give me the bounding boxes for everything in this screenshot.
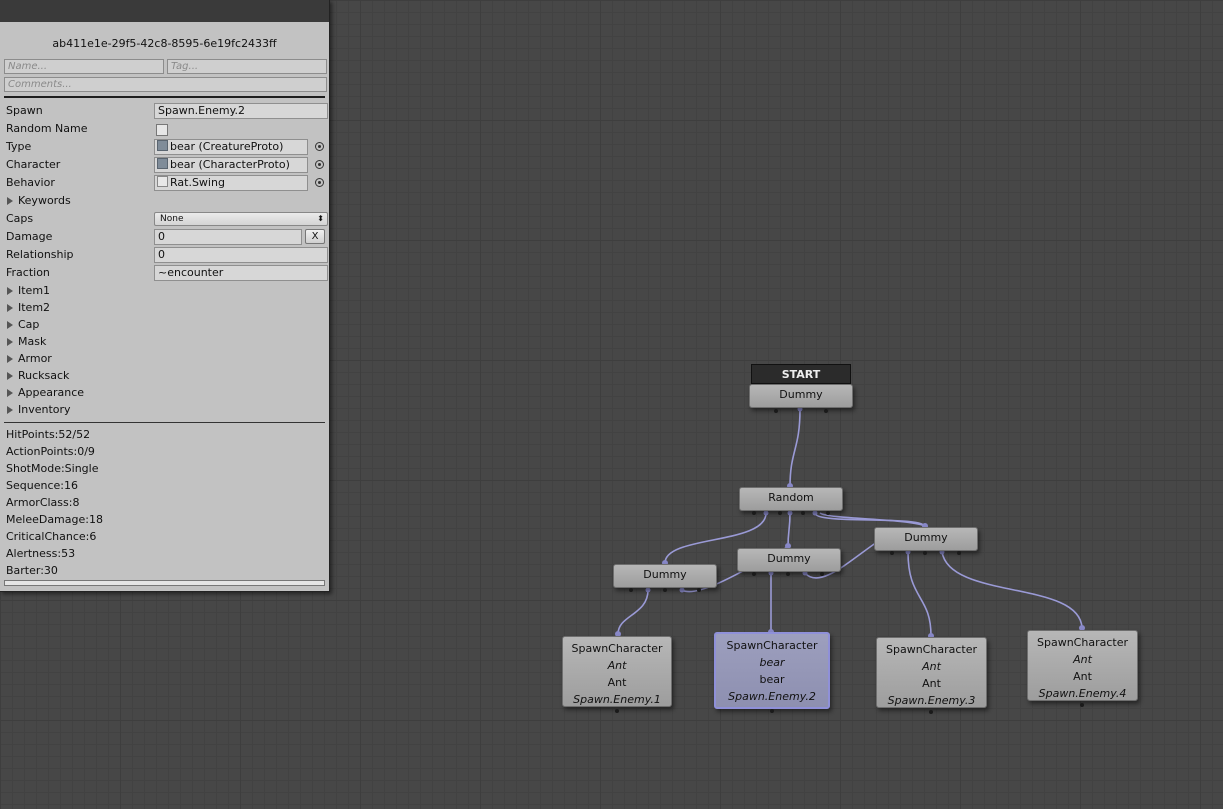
spawn-character-node-2[interactable]: SpawnCharacter bear bear Spawn.Enemy.2 (714, 632, 830, 709)
spawn-node-title: SpawnCharacter (726, 639, 818, 652)
spawn-node-type: bear (759, 656, 785, 669)
wire-dummy-left-spawn1 (617, 589, 649, 635)
dummy-node-left[interactable]: Dummy (613, 564, 717, 588)
output-port[interactable] (826, 511, 830, 515)
spawn-character-node-3[interactable]: SpawnCharacter Ant Ant Spawn.Enemy.3 (876, 637, 987, 708)
spawn-node-character: Ant (1073, 670, 1092, 683)
spawn-node-title: SpawnCharacter (571, 642, 663, 655)
dummy-node-right[interactable]: Dummy (874, 527, 978, 551)
output-port[interactable] (778, 511, 782, 515)
node-title: Dummy (779, 388, 823, 401)
output-port[interactable] (770, 709, 774, 713)
output-port[interactable] (929, 710, 933, 714)
output-port[interactable] (957, 551, 961, 555)
node-title: Random (768, 491, 814, 504)
node-title: Dummy (643, 568, 687, 581)
wire-start-random (789, 408, 801, 488)
node-title: Dummy (904, 531, 948, 544)
output-port[interactable] (820, 572, 824, 576)
output-port[interactable] (890, 551, 894, 555)
output-port[interactable] (615, 709, 619, 713)
dummy-node-middle[interactable]: Dummy (737, 548, 841, 572)
output-port[interactable] (752, 572, 756, 576)
output-port[interactable] (923, 551, 927, 555)
node-title: Dummy (767, 552, 811, 565)
wire-dummy-right-spawn3 (907, 551, 932, 637)
start-dummy-node[interactable]: Dummy (749, 384, 853, 408)
start-node-header[interactable]: START (751, 364, 851, 384)
random-node[interactable]: Random (739, 487, 843, 511)
spawn-node-spawn: Spawn.Enemy.4 (1038, 687, 1127, 700)
output-port[interactable] (1080, 703, 1084, 707)
wire-random-dummy-mid (787, 512, 791, 548)
output-port[interactable] (663, 588, 667, 592)
spawn-node-type: Ant (607, 659, 627, 672)
spawn-node-spawn: Spawn.Enemy.1 (573, 693, 661, 706)
spawn-character-node-4[interactable]: SpawnCharacter Ant Ant Spawn.Enemy.4 (1027, 630, 1138, 701)
output-port[interactable] (824, 409, 828, 413)
spawn-node-spawn: Spawn.Enemy.2 (728, 690, 816, 703)
spawn-node-title: SpawnCharacter (886, 643, 977, 656)
output-port[interactable] (774, 409, 778, 413)
spawn-node-title: SpawnCharacter (1037, 636, 1128, 649)
output-port[interactable] (786, 572, 790, 576)
spawn-node-character: Ant (922, 677, 941, 690)
output-port[interactable] (697, 588, 701, 592)
spawn-node-character: Ant (607, 676, 627, 689)
spawn-node-type: Ant (922, 660, 941, 673)
output-port[interactable] (801, 511, 805, 515)
output-port[interactable] (629, 588, 633, 592)
spawn-node-spawn: Spawn.Enemy.3 (887, 694, 976, 707)
output-port[interactable] (752, 511, 756, 515)
wire-dummy-right-spawn4 (941, 551, 1083, 629)
spawn-character-node-1[interactable]: SpawnCharacter Ant Ant Spawn.Enemy.1 (562, 636, 672, 707)
spawn-node-type: Ant (1073, 653, 1092, 666)
spawn-node-character: bear (759, 673, 785, 686)
